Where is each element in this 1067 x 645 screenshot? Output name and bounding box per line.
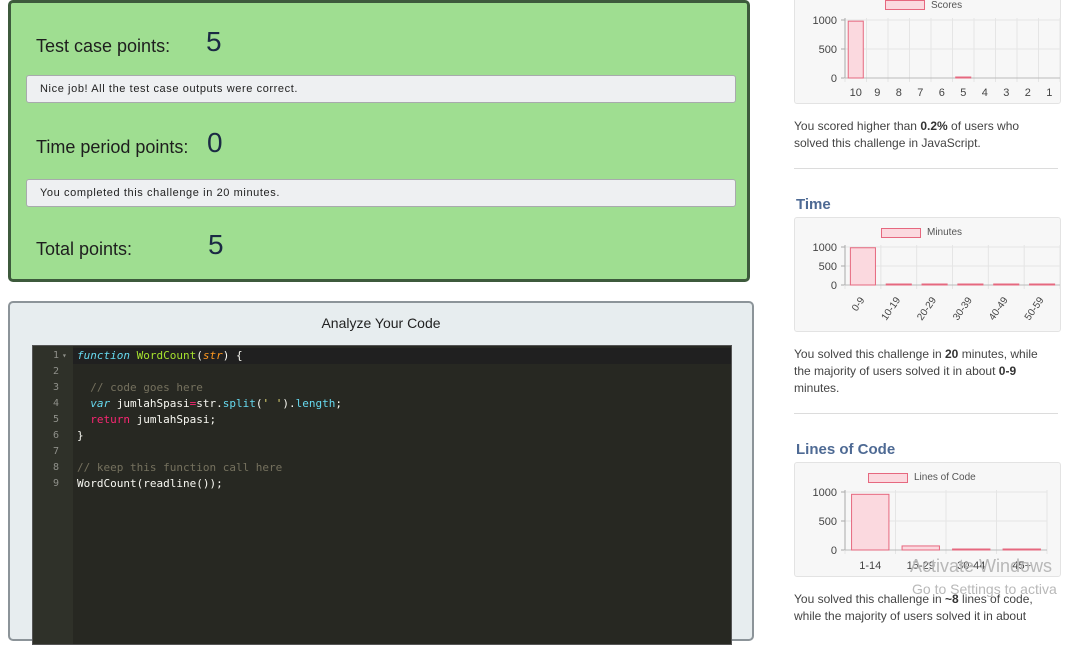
- total-points-label: Total points:: [36, 239, 133, 259]
- bar: [957, 283, 984, 286]
- bar: [847, 20, 864, 79]
- bar: [921, 283, 948, 286]
- bar: [955, 76, 972, 79]
- analyze-panel: Analyze Your Code 1 ▾ 2 3 4 5 6 7 8 9 fu…: [8, 301, 754, 645]
- time-section-title: Time: [796, 196, 831, 213]
- line-number: 4: [52, 398, 59, 409]
- x-tick-label: 10: [850, 87, 862, 99]
- code-line[interactable]: function WordCount(str) {: [77, 349, 243, 362]
- x-tick-label: 3: [1003, 87, 1009, 99]
- y-tick-label: 1000: [813, 15, 837, 27]
- y-tick-label: 1000: [813, 242, 837, 254]
- divider: [794, 413, 1058, 414]
- x-tick-label: 50-59: [1023, 295, 1047, 323]
- line-number: 7: [52, 446, 59, 457]
- time-period-points-label: Time period points:: [36, 137, 189, 157]
- x-tick-label: 30-39: [951, 295, 975, 323]
- time-chart: Minutes 1000 500 0 0-9 10-19 20-29 30-39 40-49 5…: [794, 217, 1061, 332]
- y-tick-label: 500: [819, 516, 837, 528]
- bar: [885, 283, 912, 286]
- score-note: You scored higher than 0.2% of users who…: [794, 119, 1020, 150]
- bar: [851, 493, 890, 551]
- x-tick-label: 5: [960, 87, 966, 99]
- x-tick-label: 8: [896, 87, 902, 99]
- x-tick-label: 1-14: [859, 560, 881, 572]
- test-case-message: Nice job! All the test case outputs were…: [26, 75, 736, 103]
- line-number: 9: [52, 478, 59, 489]
- scores-chart-svg: 1000 500 0 10 9 8 7 6 5 4 3 2 1: [813, 15, 1061, 99]
- line-number: 6: [52, 430, 59, 441]
- bar: [901, 545, 940, 551]
- x-tick-label: 6: [939, 87, 945, 99]
- analyze-title: Analyze Your Code: [321, 315, 441, 331]
- x-tick-label: 9: [874, 87, 880, 99]
- fold-arrow-icon[interactable]: ▾: [62, 351, 67, 360]
- line-number: 2: [52, 366, 59, 377]
- code-line[interactable]: }: [77, 429, 84, 442]
- y-tick-label: 0: [831, 545, 837, 557]
- time-chart-svg: 1000 500 0 0-9 10-19 20-29 30-39 40-49 50-59: [813, 242, 1061, 323]
- y-tick-label: 500: [819, 44, 837, 56]
- y-tick-label: 0: [831, 280, 837, 292]
- x-tick-label: 7: [917, 87, 923, 99]
- line-number: 1: [52, 350, 59, 361]
- time-period-points-value: 0: [207, 127, 223, 158]
- bar: [993, 283, 1020, 286]
- x-tick-label: 4: [982, 87, 988, 99]
- y-tick-label: 0: [831, 73, 837, 85]
- line-number: 3: [52, 382, 59, 393]
- x-tick-label: 20-29: [915, 295, 939, 323]
- test-case-points-label: Test case points:: [36, 36, 171, 56]
- code-line[interactable]: // code goes here: [77, 381, 203, 394]
- code-editor[interactable]: 1 ▾ 2 3 4 5 6 7 8 9 function WordCount(s…: [32, 345, 732, 645]
- x-tick-label: 0-9: [850, 295, 868, 314]
- bar: [1002, 548, 1041, 551]
- loc-section-title: Lines of Code: [796, 441, 896, 458]
- bar: [952, 548, 991, 551]
- bar: [1029, 283, 1056, 286]
- code-line[interactable]: var jumlahSpasi=str.split(' ').length;: [77, 397, 342, 410]
- time-message: You completed this challenge in 20 minut…: [26, 179, 736, 207]
- x-tick-label: 1: [1046, 87, 1052, 99]
- line-number: 5: [52, 414, 59, 425]
- bar: [849, 247, 876, 286]
- x-tick-label: 10-19: [880, 295, 904, 323]
- time-note: You solved this challenge in 20 minutes,…: [794, 347, 1038, 395]
- y-tick-label: 500: [819, 261, 837, 273]
- divider: [794, 168, 1058, 169]
- x-tick-label: 40-49: [987, 295, 1011, 323]
- x-tick-label: 2: [1025, 87, 1031, 99]
- test-case-points-value: 5: [206, 26, 222, 57]
- code-line[interactable]: WordCount(readline());: [77, 477, 223, 490]
- activate-windows-watermark: Activate Windows: [910, 556, 1053, 576]
- code-line[interactable]: return jumlahSpasi;: [77, 413, 216, 426]
- activate-windows-subtext: Go to Settings to activa: [912, 581, 1057, 597]
- line-number: 8: [52, 462, 59, 473]
- scores-chart: Scores 1000 500 0 10 9 8 7 6 5 4 3 2 1: [794, 0, 1061, 104]
- total-points-value: 5: [208, 229, 224, 260]
- y-tick-label: 1000: [813, 487, 837, 499]
- code-line[interactable]: // keep this function call here: [77, 461, 282, 474]
- results-panel: Test case points: 5 Nice job! All the te…: [8, 0, 750, 282]
